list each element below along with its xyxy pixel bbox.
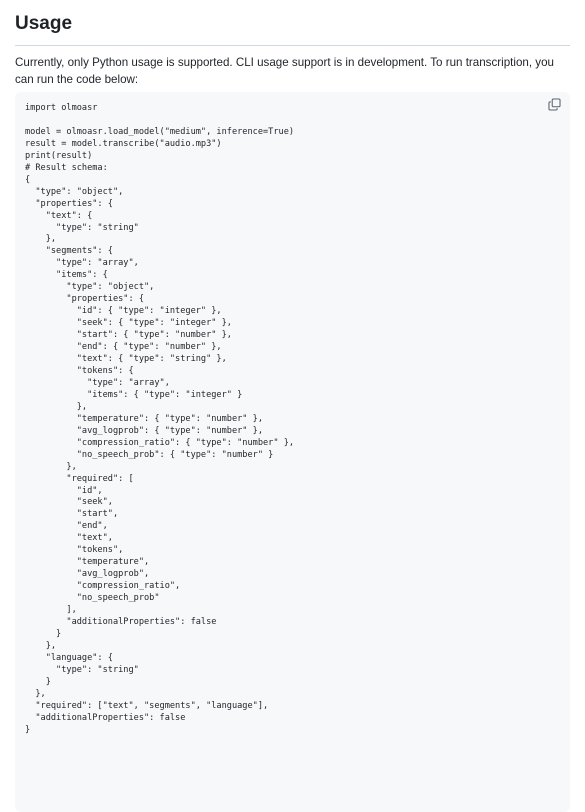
code-line: }, [25, 234, 57, 245]
code-line: "type": "array", [25, 258, 139, 269]
code-line: "no_speech_prob": { "type": "number" } [25, 449, 274, 460]
code-line: "items": { [25, 270, 108, 281]
code-line: }, [25, 401, 88, 412]
code-line: result = model.transcribe("audio.mp3") [25, 138, 222, 149]
code-line: "type": "string" [25, 222, 139, 233]
code-line: "temperature": { "type": "number" }, [25, 413, 263, 424]
code-line: "start": { "type": "number" }, [25, 330, 232, 341]
code-line: { [25, 174, 31, 185]
code-line: "end", [25, 521, 108, 532]
code-line: # Result schema: [25, 162, 108, 173]
code-line: "properties": { [25, 294, 144, 305]
section-description: Currently, only Python usage is supporte… [15, 56, 554, 86]
code-line: "type": "array", [25, 377, 170, 388]
code-line: "type": "string" [25, 664, 139, 675]
copy-icon [547, 98, 561, 116]
heading-divider [15, 45, 570, 46]
code-line: "end": { "type": "number" }, [25, 342, 222, 353]
code-line: import olmoasr [25, 103, 98, 113]
copy-button[interactable] [546, 98, 562, 116]
code-line: "id": { "type": "integer" }, [25, 306, 222, 317]
code-line: }, [25, 688, 46, 699]
code-line: "avg_logprob": { "type": "number" }, [25, 425, 263, 436]
code-line: }, [25, 461, 77, 472]
code-line: "language": { [25, 652, 113, 663]
code-line: "items": { "type": "integer" } [25, 389, 243, 400]
code-line: "type": "object", [25, 282, 155, 293]
code-line: "compression_ratio", [25, 581, 181, 592]
code-line: "id", [25, 485, 103, 496]
code-line: }, [25, 640, 57, 651]
code-line: "segments": { [25, 246, 113, 257]
code-line: model = olmoasr.load_model("medium", inf… [25, 126, 295, 137]
code-line: ], [25, 605, 77, 616]
code-line: "seek": { "type": "integer" }, [25, 318, 232, 329]
code-line: } [25, 676, 51, 687]
code-line: "text", [25, 533, 113, 544]
code-content[interactable]: import olmoasr model = olmoasr.load_mode… [25, 103, 294, 737]
code-line: "tokens": { [25, 365, 134, 376]
code-line: "required": [ [25, 473, 134, 484]
code-line: "additionalProperties": false [25, 712, 186, 723]
code-line: print(result) [25, 150, 93, 161]
code-line: "start", [25, 509, 119, 520]
readme-section: Usage Currently, only Python usage is su… [15, 0, 570, 812]
code-line: "required": ["text", "segments", "langua… [25, 700, 269, 711]
code-line: "tokens", [25, 545, 124, 556]
code-line: } [25, 724, 31, 735]
code-line: "properties": { [25, 198, 113, 209]
code-line: "type": "object", [25, 186, 124, 197]
code-line: "text": { "type": "string" }, [25, 354, 227, 365]
code-line: "avg_logprob", [25, 569, 150, 580]
code-line: "seek", [25, 497, 113, 508]
code-block[interactable]: import olmoasr model = olmoasr.load_mode… [15, 92, 570, 812]
code-line: "compression_ratio": { "type": "number" … [25, 437, 295, 448]
code-line: "text": { [25, 210, 93, 221]
code-line: "additionalProperties": false [25, 616, 217, 627]
section-heading: Usage [15, 13, 73, 34]
code-line: } [25, 628, 62, 639]
code-line: "no_speech_prob" [25, 593, 160, 604]
code-line: "temperature", [25, 557, 150, 568]
